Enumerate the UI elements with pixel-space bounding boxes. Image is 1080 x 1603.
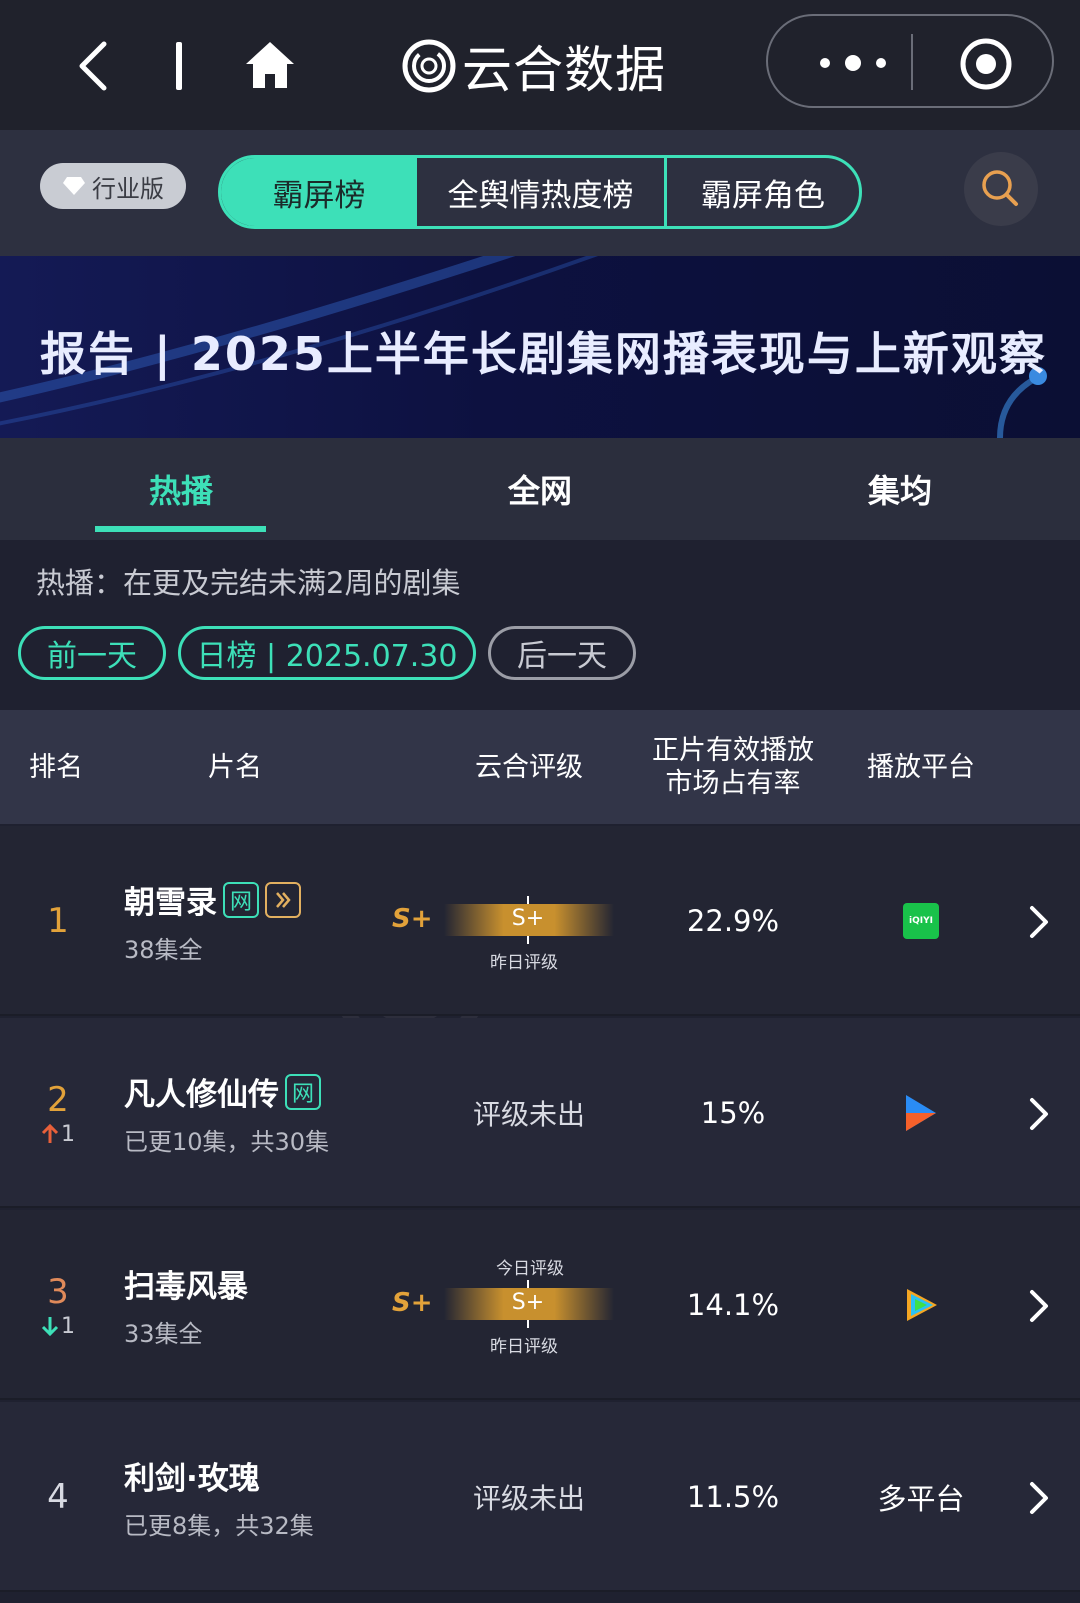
chevron-right-icon[interactable] [1024, 1480, 1052, 1516]
episode-info: 38集全 [124, 936, 203, 964]
tab-all-network[interactable]: 全网 [450, 438, 630, 540]
title-cell: 朝雪录 网 38集全 [124, 826, 301, 1016]
chevron-right-icon[interactable] [1024, 1096, 1052, 1132]
tab-description: 热播：在更及完结未满2周的剧集 [36, 566, 461, 600]
rating-cell: S+ 今日评级 S+ 昨日评级 [382, 1210, 622, 1400]
rank-number: 4 [47, 1477, 69, 1517]
rank-number: 3 [47, 1271, 69, 1312]
top-nav: 云合数据 [0, 0, 1080, 130]
title-cell: 利剑·玫瑰 已更8集，共32集 [124, 1402, 314, 1592]
table-row[interactable]: 1 朝雪录 网 38集全 S+ S+ 昨日评级 22.9% iQIYI [0, 826, 1080, 1016]
back-icon[interactable] [70, 38, 120, 94]
tab-quanyuqing[interactable]: 全舆情热度榜 [417, 158, 667, 226]
rating-pending: 评级未出 [472, 1098, 585, 1131]
platform-text: 多平台 [877, 1482, 965, 1516]
ranking-type-switch: 霸屏榜 全舆情热度榜 霸屏角色 [218, 155, 862, 229]
rank-cell: 1 [36, 826, 80, 1016]
rating-bottom-label: 昨日评级 [490, 1337, 558, 1357]
arrow-up-icon [41, 1123, 59, 1143]
table-row[interactable]: 2 1 凡人修仙传 网 已更10集，共30集 评级未出 15% [0, 1018, 1080, 1208]
target-icon[interactable] [958, 36, 1014, 92]
capsule-divider [911, 34, 913, 90]
next-day-button[interactable]: 后一天 [488, 626, 636, 680]
arrow-down-icon [41, 1317, 59, 1337]
rating-grade: S+ [392, 904, 433, 934]
rating-bottom-label: 昨日评级 [490, 953, 558, 973]
prev-day-button[interactable]: 前一天 [18, 626, 166, 680]
header-platform: 播放平台 [867, 751, 975, 783]
title-cell: 凡人修仙传 网 已更10集，共30集 [124, 1018, 329, 1208]
show-title: 朝雪录 [124, 885, 217, 921]
share-value: 11.5% [686, 1480, 780, 1514]
tab-per-episode[interactable]: 集均 [810, 438, 990, 540]
header-title: 片名 [208, 751, 262, 783]
category-bar: 行业版 霸屏榜 全舆情热度榜 霸屏角色 [0, 130, 1080, 256]
rating-grade: S+ [392, 1288, 433, 1318]
active-tab-indicator [95, 526, 266, 532]
header-rank: 排名 [29, 751, 83, 783]
rating-cell: S+ S+ 昨日评级 [382, 826, 622, 1016]
share-value: 15% [700, 1096, 766, 1130]
header-rating: 云合评级 [475, 751, 583, 783]
episode-info: 33集全 [124, 1320, 203, 1348]
table-header: 排名 片名 云合评级 正片有效播放 市场占有率 播放平台 [0, 710, 1080, 824]
show-title: 扫毒风暴 [124, 1269, 248, 1305]
rating-bar-label: S+ [511, 1290, 545, 1315]
title-cell: 扫毒风暴 33集全 [124, 1210, 248, 1400]
brand: 云合数据 [402, 36, 666, 99]
diamond-icon [63, 177, 85, 195]
trend-value: 1 [61, 1313, 75, 1339]
rating-bar-label: S+ [511, 906, 545, 931]
brand-logo-icon [402, 39, 456, 93]
rating-pending: 评级未出 [472, 1482, 585, 1515]
share-value: 22.9% [686, 904, 780, 938]
report-banner[interactable]: 报告 | 2025上半年长剧集网播表现与上新观察 [0, 256, 1080, 438]
web-tag: 网 [285, 1073, 321, 1110]
chevron-right-icon[interactable] [1024, 904, 1052, 940]
tab-bapingbang[interactable]: 霸屏榜 [221, 158, 417, 226]
rating-top-label: 今日评级 [496, 1259, 564, 1279]
table-row[interactable]: 3 1 扫毒风暴 33集全 S+ 今日评级 S+ 昨日评级 14.1% [0, 1210, 1080, 1400]
episode-info: 已更10集，共30集 [124, 1128, 330, 1156]
platform-cell [862, 1018, 980, 1208]
rank-cell: 2 1 [36, 1018, 80, 1208]
header-share: 正片有效播放 市场占有率 [652, 735, 814, 799]
metric-tabs: 热播 全网 集均 [0, 438, 1080, 540]
trend-value: 1 [61, 1121, 75, 1147]
tab-baping-role[interactable]: 霸屏角色 [667, 158, 859, 226]
rank-number: 1 [47, 901, 69, 941]
web-tag: 网 [223, 881, 259, 918]
chevron-right-icon[interactable] [1024, 1288, 1052, 1324]
platform-cell [862, 1210, 980, 1400]
banner-title: 报告 | 2025上半年长剧集网播表现与上新观察 [40, 327, 1047, 381]
show-title: 凡人修仙传 [124, 1077, 279, 1113]
search-icon [982, 170, 1018, 206]
more-icon[interactable] [808, 46, 898, 80]
tencent-video-icon [907, 1289, 937, 1321]
show-title: 利剑·玫瑰 [124, 1461, 260, 1497]
iqiyi-icon: iQIYI [903, 903, 939, 939]
table-row[interactable]: 4 利剑·玫瑰 已更8集，共32集 评级未出 11.5% 多平台 [0, 1402, 1080, 1592]
home-icon[interactable] [244, 40, 296, 90]
edition-badge-label: 行业版 [92, 174, 164, 203]
share-value: 14.1% [686, 1288, 780, 1322]
platform-cell: iQIYI [862, 826, 980, 1016]
date-selector[interactable]: 日榜 | 2025.07.30 [178, 626, 476, 680]
tab-hot[interactable]: 热播 [96, 438, 266, 540]
edition-badge[interactable]: 行业版 [40, 163, 186, 209]
episode-info: 已更8集，共32集 [124, 1512, 314, 1540]
mini-program-capsule [766, 14, 1054, 108]
rank-cell: 4 [36, 1402, 80, 1592]
rank-number: 2 [47, 1079, 69, 1120]
brand-title: 云合数据 [462, 41, 666, 99]
search-button[interactable] [964, 152, 1038, 226]
rank-trend: 1 [41, 1122, 75, 1147]
nav-separator [176, 42, 182, 90]
youku-icon [906, 1095, 936, 1131]
fast-forward-tag-icon [265, 881, 301, 918]
rank-trend: 1 [41, 1314, 75, 1339]
rank-cell: 3 1 [36, 1210, 80, 1400]
